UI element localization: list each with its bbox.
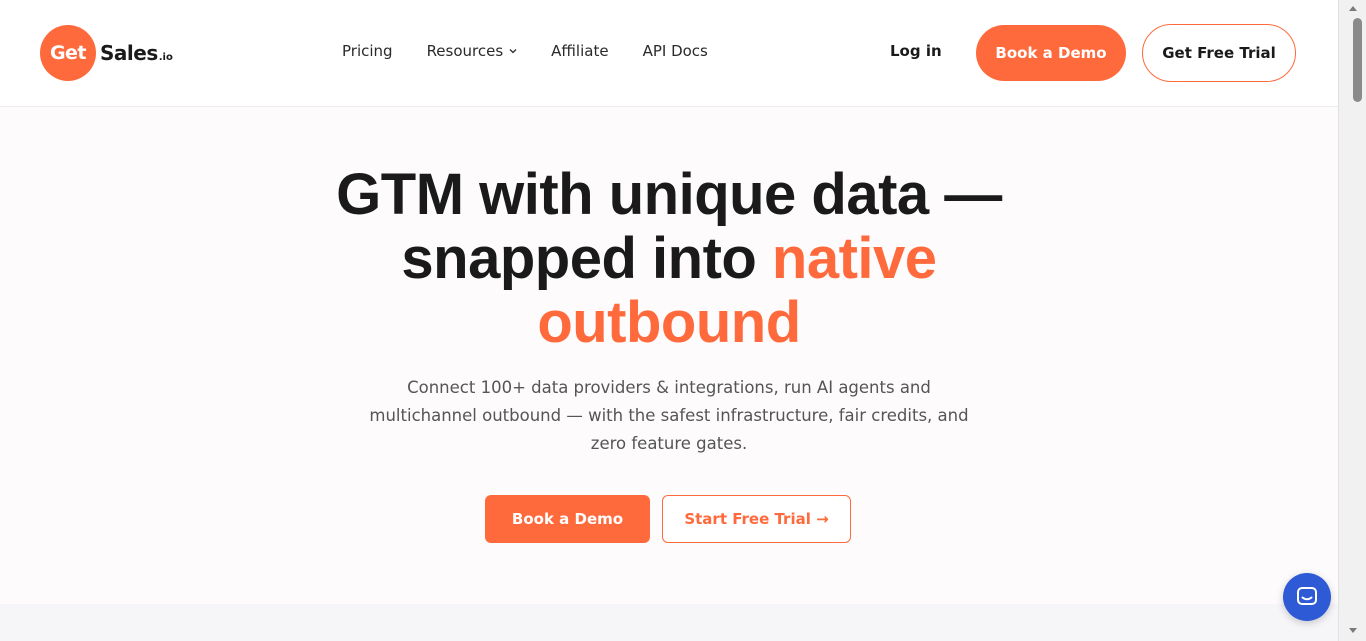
- headline-line-2: snapped into: [401, 226, 772, 291]
- hero-start-trial-button[interactable]: Start Free Trial →: [662, 495, 851, 543]
- nav-affiliate[interactable]: Affiliate: [551, 42, 608, 60]
- logo-wordmark: Sales: [100, 41, 158, 65]
- nav-api-docs-label: API Docs: [642, 42, 708, 60]
- headline-accent-native: native: [771, 226, 937, 291]
- headline-accent-outbound: outbound: [537, 290, 801, 355]
- hero-section: GTM with unique data — snapped into nati…: [0, 107, 1338, 604]
- nav-api-docs[interactable]: API Docs: [643, 42, 708, 60]
- nav-pricing-label: Pricing: [342, 42, 393, 60]
- scrollbar-thumb[interactable]: [1353, 18, 1362, 102]
- login-link[interactable]: Log in: [890, 42, 942, 60]
- chat-bubble-icon: [1297, 587, 1317, 605]
- scroll-down-icon[interactable]: [1349, 628, 1357, 633]
- nav-affiliate-label: Affiliate: [551, 42, 609, 60]
- nav-pricing[interactable]: Pricing: [342, 42, 393, 60]
- chat-widget-button[interactable]: [1283, 573, 1331, 621]
- hero-headline: GTM with unique data — snapped into nati…: [200, 163, 1138, 355]
- logo-suffix: .io: [158, 52, 173, 63]
- headline-line-1: GTM with unique data —: [336, 162, 1002, 227]
- nav-resources-label: Resources: [426, 42, 504, 60]
- chevron-down-icon: [509, 49, 517, 54]
- header-free-trial-button[interactable]: Get Free Trial: [1142, 24, 1296, 82]
- next-section: [0, 604, 1338, 641]
- hero-subtext: Connect 100+ data providers & integratio…: [369, 378, 969, 453]
- header-book-demo-button[interactable]: Book a Demo: [976, 25, 1126, 81]
- scroll-up-icon[interactable]: [1349, 6, 1357, 11]
- logo[interactable]: Get Sales .io: [40, 25, 173, 81]
- site-header: Get Sales .io Pricing Resources Affiliat…: [0, 0, 1338, 107]
- page: Get Sales .io Pricing Resources Affiliat…: [0, 0, 1366, 641]
- main-nav: Pricing Resources Affiliate API Docs: [342, 42, 708, 60]
- nav-resources[interactable]: Resources: [427, 42, 518, 60]
- hero-book-demo-button[interactable]: Book a Demo: [485, 495, 650, 543]
- logo-mark: Get: [40, 25, 96, 81]
